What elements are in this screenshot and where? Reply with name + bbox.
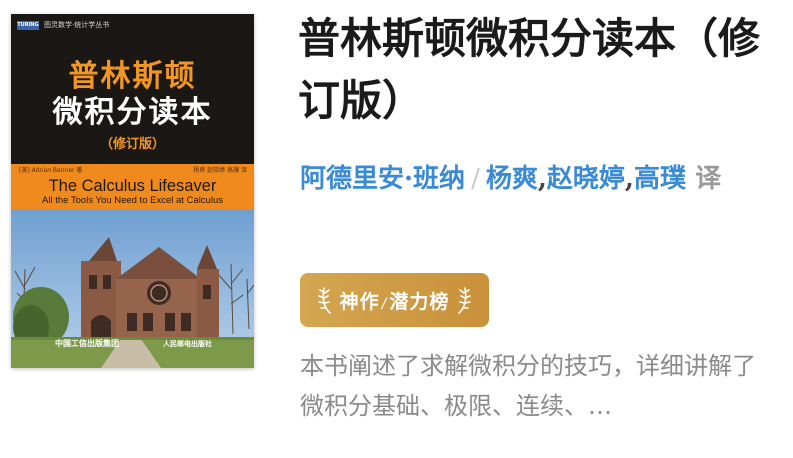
book-title: 普林斯顿微积分读本（修订版） (298, 14, 761, 125)
laurel-right-icon (458, 287, 472, 314)
cover-english-subtitle: All the Tools You Need to Excel at Calcu… (42, 195, 223, 206)
ranking-badge[interactable]: 神作 / 潜力榜 (300, 273, 489, 327)
cover-english-title: The Calculus Lifesaver (48, 177, 217, 195)
cover-credits: [美] Adrian Banner 著 杨爽 赵晓婷 高璞 译 (19, 167, 247, 175)
cover-edition: （修订版） (99, 137, 165, 152)
cover-building-photo (11, 209, 254, 368)
badge-label: 神作 / 潜力榜 (340, 287, 450, 314)
translator-link[interactable]: 杨爽 (486, 164, 538, 194)
translator-suffix: 译 (695, 164, 722, 194)
series-logo: TURING (17, 21, 39, 30)
publisher-group-label: 中国工信出版集团 (55, 339, 119, 348)
laurel-left-icon (317, 287, 331, 314)
cover-translator-credit: 杨爽 赵晓婷 高璞 译 (193, 167, 247, 174)
comma: , (624, 164, 634, 194)
cover-title-line1: 普林斯顿 (68, 59, 197, 94)
translator-link[interactable]: 高璞 (634, 164, 686, 194)
book-authors: 阿德里安·班纳 / 杨爽,赵晓婷,高璞 译 (300, 159, 780, 199)
book-cover[interactable]: TURING 图灵数学·统计学丛书 普林斯顿 微积分读本 （修订版） [美] A… (11, 14, 254, 368)
comma: , (537, 164, 547, 194)
badge-label-left: 神作 (339, 290, 380, 313)
badge-slash: / (381, 295, 388, 312)
book-description: 本书阐述了求解微积分的技巧，详细讲解了微积分基础、极限、连续、… (300, 352, 756, 420)
series-name: 图灵数学·统计学丛书 (44, 21, 110, 29)
cover-title-line2: 微积分读本 (52, 95, 213, 130)
author-separator: / (471, 164, 480, 194)
badge-label-right: 潜力榜 (389, 290, 450, 313)
author-link[interactable]: 阿德里安·班纳 (300, 164, 465, 194)
publisher-label: 人民邮电出版社 (163, 340, 212, 348)
cover-author-credit: [美] Adrian Banner 著 (19, 167, 83, 174)
translator-link[interactable]: 赵晓婷 (547, 164, 625, 194)
